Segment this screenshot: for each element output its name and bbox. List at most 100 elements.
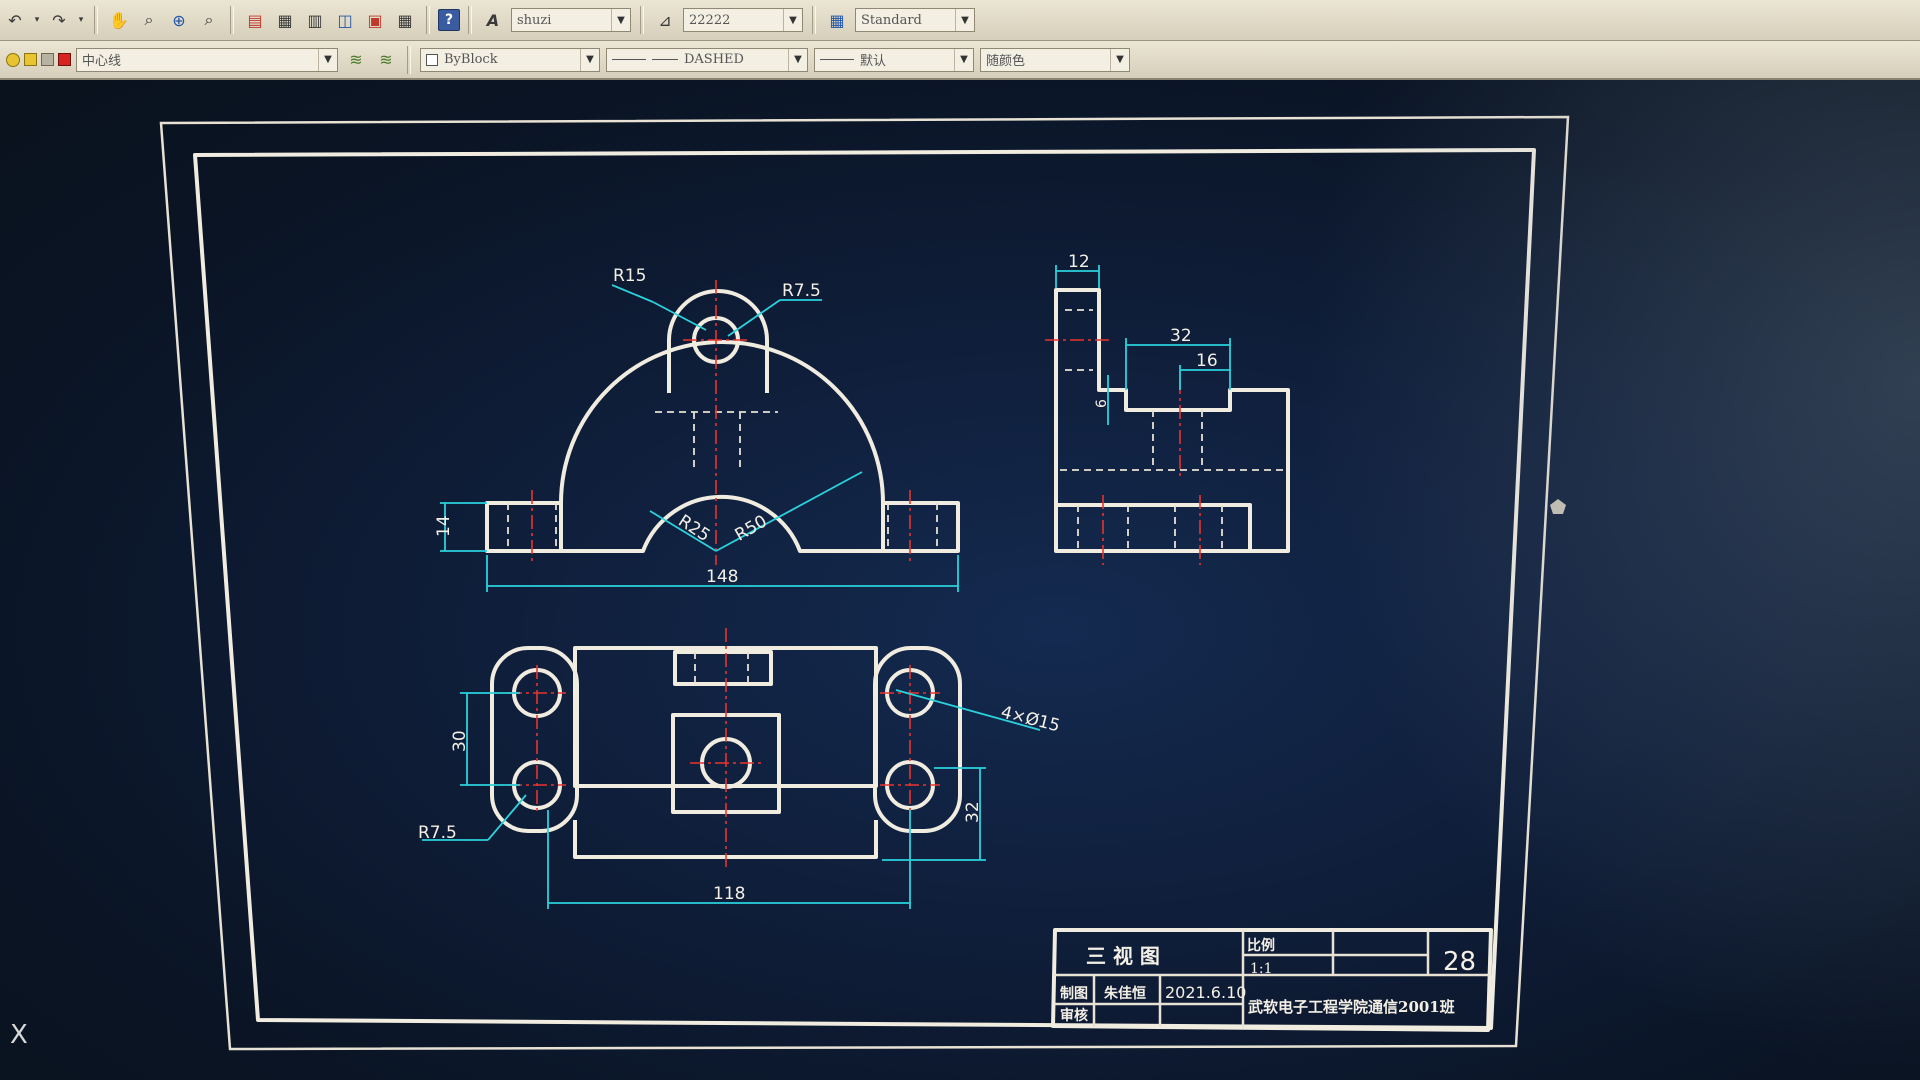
dim-r7-5-top: R7.5 <box>782 281 821 301</box>
dim-holes: 4×Ø15 <box>999 702 1062 736</box>
dim-118: 118 <box>713 884 745 904</box>
side-view: 12 32 16 6 <box>1045 252 1290 565</box>
lineweight-value: 默认 <box>860 54 887 69</box>
sheet-outer-border <box>159 115 1570 1051</box>
dim-style-icon: ⊿ <box>658 10 672 30</box>
toolbar-separator <box>812 6 816 34</box>
toolbar-separator <box>640 6 644 34</box>
drawing-canvas[interactable]: R15 R7.5 R25 R50 14 148 12 32 16 6 30 R7… <box>0 80 1920 1080</box>
dim-r15: R15 <box>613 266 646 286</box>
dim-style-select[interactable]: 22222 ▼ <box>683 8 803 32</box>
make-layer-current-icon[interactable]: ≋ <box>343 47 369 73</box>
front-right-flange <box>881 501 960 553</box>
tb-date: 2021.6.10 <box>1165 983 1246 1002</box>
tool-palettes-icon[interactable]: ▥ <box>302 7 328 33</box>
plot-style-select[interactable]: 随颜色 ▼ <box>980 47 1130 72</box>
table-style-select[interactable]: Standard ▼ <box>855 8 975 32</box>
front-arch <box>559 340 885 553</box>
toolbar-separator <box>407 45 411 74</box>
redo-dropdown-icon[interactable]: ▾ <box>76 7 86 33</box>
toolbar-separator <box>468 6 472 34</box>
linetype-value: DASHED <box>684 52 744 67</box>
dim-16: 16 <box>1196 351 1218 371</box>
zoom-realtime-icon[interactable]: ⌕ <box>136 7 162 33</box>
text-style-icon: A <box>486 10 500 30</box>
layer-select[interactable]: 中心线 ▼ <box>76 47 338 72</box>
toolbar-separator <box>94 6 98 34</box>
dim-leader <box>652 301 707 331</box>
layer-color-icon[interactable] <box>58 53 71 66</box>
dim-12: 12 <box>1068 252 1090 272</box>
tb-drawn-by: 朱佳恒 <box>1104 985 1146 1002</box>
layer-value: 中心线 <box>82 54 122 69</box>
tb-scale-value: 1:1 <box>1250 961 1273 977</box>
help-icon[interactable]: ? <box>438 9 460 31</box>
design-center-icon[interactable]: ▦ <box>272 7 298 33</box>
sheet-set-icon[interactable]: ◫ <box>332 7 358 33</box>
table-style-icon: ▦ <box>829 10 845 30</box>
plot-style-value: 随颜色 <box>986 54 1026 69</box>
top-left-lug <box>490 646 579 833</box>
cad-drawing: R15 R7.5 R25 R50 14 148 12 32 16 6 30 R7… <box>159 115 1570 1051</box>
top-slot <box>673 650 773 686</box>
front-left-flange <box>485 501 563 553</box>
standard-toolbar: ↶ ▾ ↷ ▾ ✋ ⌕ ⊕ ⌕ ▤ ▦ ▥ ◫ ▣ ▦ ? A shuzi ▼ … <box>0 0 1920 41</box>
lineweight-select[interactable]: 默认 ▼ <box>814 47 974 72</box>
calculator-icon[interactable]: ▦ <box>392 7 418 33</box>
dim-r25: R25 <box>674 511 713 546</box>
linetype-preview-icon <box>652 59 678 60</box>
tb-drawing-no: 28 <box>1443 947 1476 977</box>
dim-32-side: 32 <box>1170 326 1192 346</box>
chevron-down-icon: ▼ <box>783 9 802 31</box>
chevron-down-icon: ▼ <box>788 48 807 71</box>
toolbar-separator <box>426 6 430 34</box>
top-right-lug <box>873 646 962 833</box>
sheet-inner-border <box>193 148 1536 1030</box>
markup-icon[interactable]: ▣ <box>362 7 388 33</box>
layer-freeze-icon[interactable] <box>24 53 37 66</box>
title-block: 三 视 图 比例 1:1 28 制图 朱佳恒 2021.6.10 审核 武软电子… <box>1051 928 1493 1032</box>
close-icon[interactable]: X <box>10 1020 28 1050</box>
toolbar-separator <box>230 6 234 34</box>
dim-14: 14 <box>434 515 454 537</box>
undo-icon[interactable]: ↶ <box>2 7 28 33</box>
dim-30: 30 <box>450 730 470 752</box>
zoom-window-icon[interactable]: ⊕ <box>166 7 192 33</box>
redo-icon[interactable]: ↷ <box>46 7 72 33</box>
tb-drawn-by-label: 制图 <box>1060 985 1088 1002</box>
tb-drawing-name: 三 视 图 <box>1086 944 1160 968</box>
text-style-select[interactable]: shuzi ▼ <box>511 8 631 32</box>
layer-lock-icon[interactable] <box>41 53 54 66</box>
zoom-previous-icon[interactable]: ⌕ <box>196 7 222 33</box>
linetype-select[interactable]: DASHED ▼ <box>606 47 808 72</box>
undo-dropdown-icon[interactable]: ▾ <box>32 7 42 33</box>
chevron-down-icon: ▼ <box>955 9 974 31</box>
dim-6: 6 <box>1094 399 1110 408</box>
color-select[interactable]: ByBlock ▼ <box>420 47 600 72</box>
pan-icon[interactable]: ✋ <box>106 7 132 33</box>
dim-32-top: 32 <box>963 801 983 823</box>
dim-148: 148 <box>706 567 738 587</box>
chevron-down-icon: ▼ <box>580 48 599 71</box>
dim-leader <box>611 284 654 303</box>
dim-r50: R50 <box>732 511 771 545</box>
tb-institution: 武软电子工程学院通信2001班 <box>1248 998 1455 1016</box>
chevron-down-icon: ▼ <box>318 48 337 71</box>
table-style-value: Standard <box>861 12 922 28</box>
tb-scale-label: 比例 <box>1247 937 1275 954</box>
chevron-down-icon: ▼ <box>611 9 630 31</box>
tb-checked-label: 审核 <box>1060 1007 1088 1024</box>
text-style-value: shuzi <box>517 12 552 28</box>
chevron-down-icon: ▼ <box>954 48 973 71</box>
chevron-down-icon: ▼ <box>1110 48 1129 71</box>
layer-previous-icon[interactable]: ≋ <box>373 47 399 73</box>
cursor-icon <box>1550 499 1566 514</box>
side-base-line <box>1056 503 1252 551</box>
top-view: 30 R7.5 4×Ø15 32 118 <box>418 628 1062 909</box>
layers-properties-toolbar: 中心线 ▼ ≋ ≋ ByBlock ▼ DASHED ▼ 默认 ▼ 随颜色 ▼ <box>0 41 1920 80</box>
color-value: ByBlock <box>444 52 498 67</box>
properties-icon[interactable]: ▤ <box>242 7 268 33</box>
color-swatch-icon <box>426 53 438 66</box>
layer-on-icon[interactable] <box>6 52 20 67</box>
linetype-preview-icon <box>612 59 646 60</box>
